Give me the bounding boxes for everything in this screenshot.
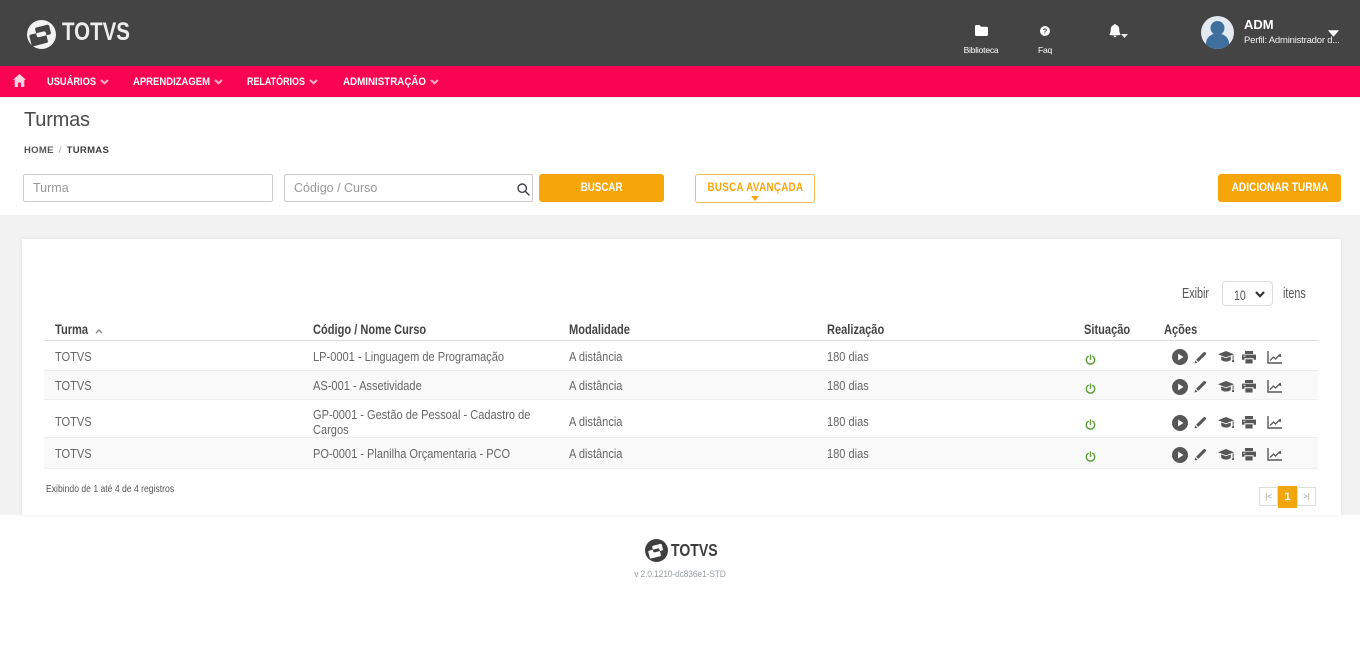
svg-text:?: ? <box>1043 27 1048 36</box>
